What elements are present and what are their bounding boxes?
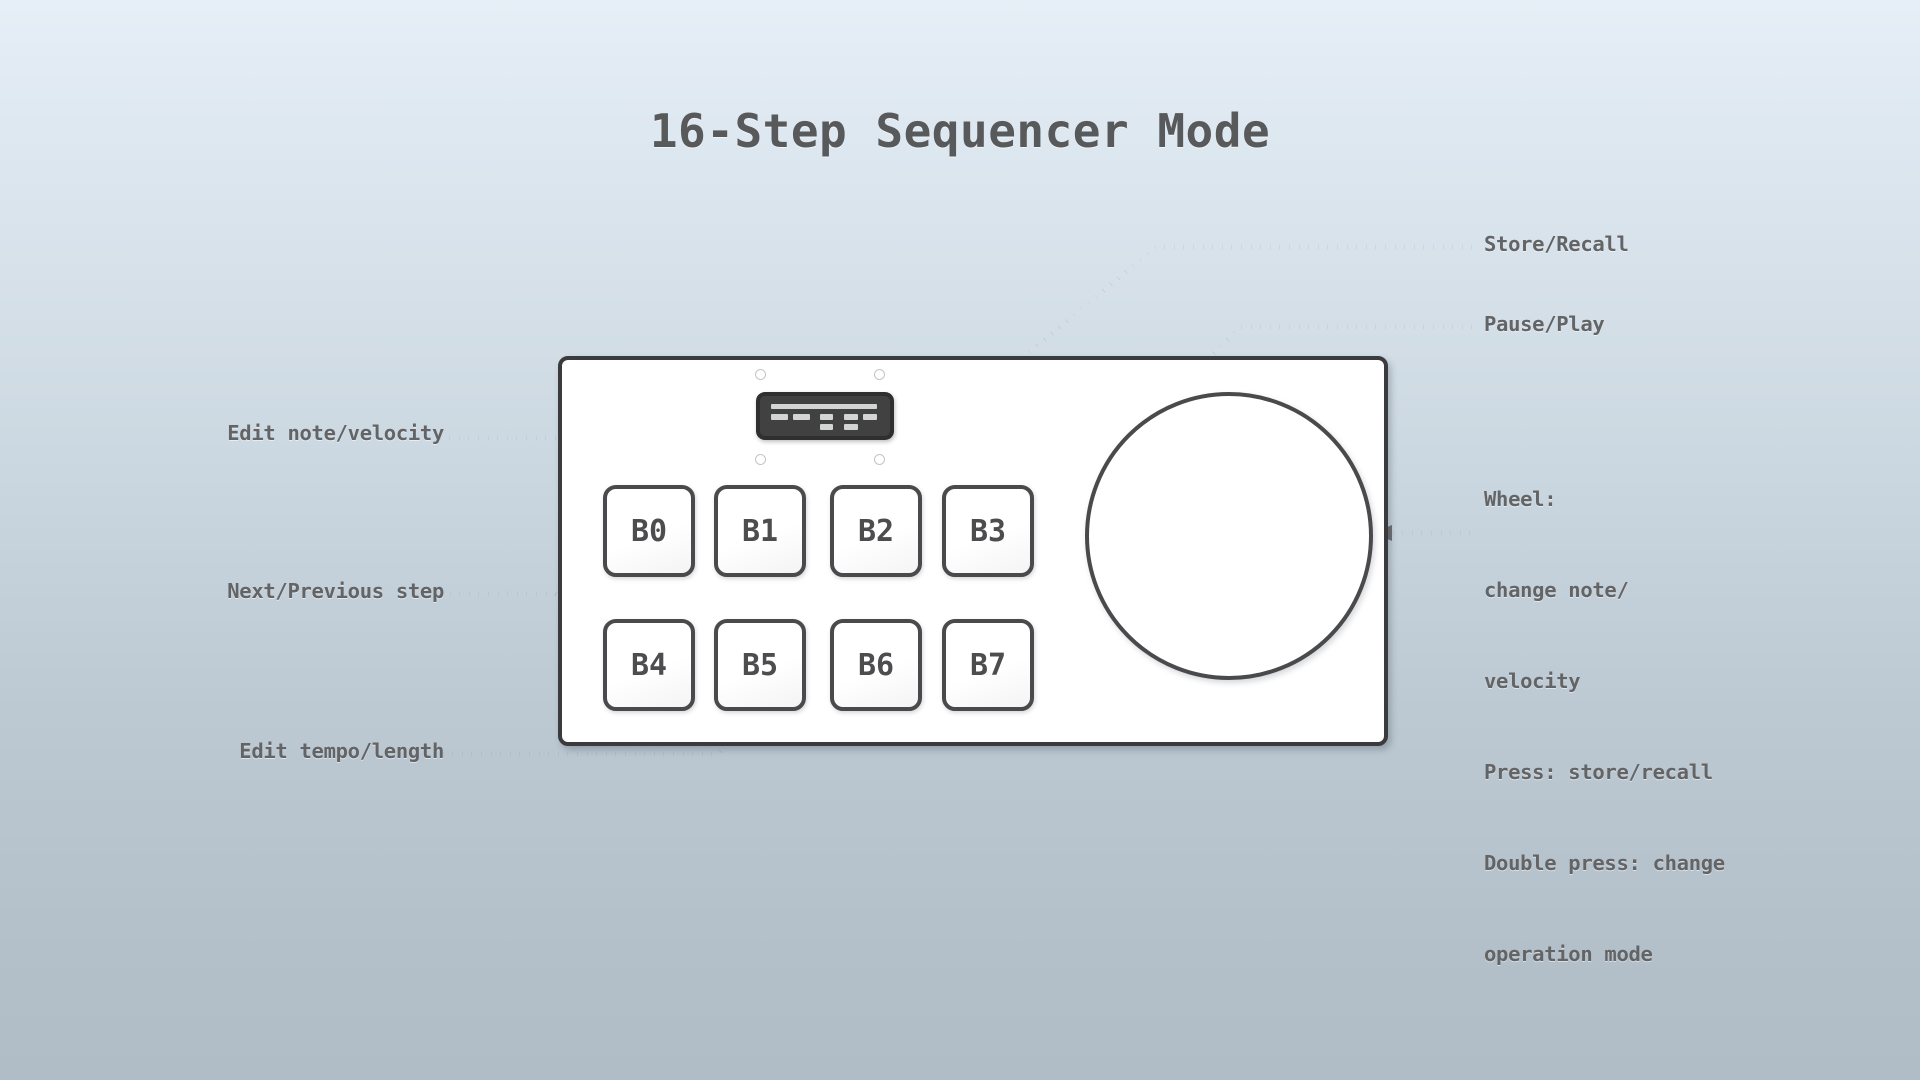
annotation-wheel-line-1: Wheel: [1484,486,1557,511]
lcd-segment-7 [863,414,877,420]
jog-wheel[interactable] [1085,392,1373,680]
lcd-segment-2 [793,414,810,420]
pad-button-b6[interactable]: B6 [830,619,922,711]
annotation-pause-play: Pause/Play [1484,312,1605,336]
diagram-canvas: 16-Step Sequencer Mode B0 B1 B2 B3 B4 B5… [0,0,1920,1080]
annotation-wheel-line-3: velocity [1484,668,1581,693]
pad-label-b6: B6 [857,647,895,683]
annotation-wheel-line-4: Press: store/recall [1484,759,1713,784]
annotation-next-previous-step: Next/Previous step [227,579,444,603]
lcd-segment-bar [771,404,877,409]
lcd-segment-1 [771,414,788,420]
annotation-wheel-functions: Wheel: change note/ velocity Press: stor… [1484,423,1725,1030]
annotation-edit-tempo-length: Edit tempo/length [239,739,444,763]
pad-label-b3: B3 [969,513,1007,549]
pad-button-b7[interactable]: B7 [942,619,1034,711]
pad-label-b4: B4 [630,647,668,683]
lcd-segment-6 [844,424,858,430]
screw-icon-bottom-right [874,454,885,465]
lcd-display [756,392,894,440]
pad-button-b2[interactable]: B2 [830,485,922,577]
annotation-wheel-line-5: Double press: change [1484,850,1725,875]
annotation-store-recall: Store/Recall [1484,232,1629,256]
pad-button-b3[interactable]: B3 [942,485,1034,577]
annotation-edit-note-velocity: Edit note/velocity [227,421,444,445]
pad-button-b5[interactable]: B5 [714,619,806,711]
annotation-wheel-line-6: operation mode [1484,941,1653,966]
annotation-wheel-line-2: change note/ [1484,577,1629,602]
lcd-segment-4 [820,424,833,430]
screw-icon-top-left [755,369,766,380]
pad-label-b1: B1 [741,513,779,549]
lcd-segment-5 [844,414,858,420]
lcd-segment-3 [820,414,833,420]
pad-label-b2: B2 [857,513,895,549]
screw-icon-top-right [874,369,885,380]
pad-button-b0[interactable]: B0 [603,485,695,577]
screw-icon-bottom-left [755,454,766,465]
pad-label-b5: B5 [741,647,779,683]
pad-label-b7: B7 [969,647,1007,683]
pad-button-b1[interactable]: B1 [714,485,806,577]
pad-button-b4[interactable]: B4 [603,619,695,711]
pad-label-b0: B0 [630,513,668,549]
